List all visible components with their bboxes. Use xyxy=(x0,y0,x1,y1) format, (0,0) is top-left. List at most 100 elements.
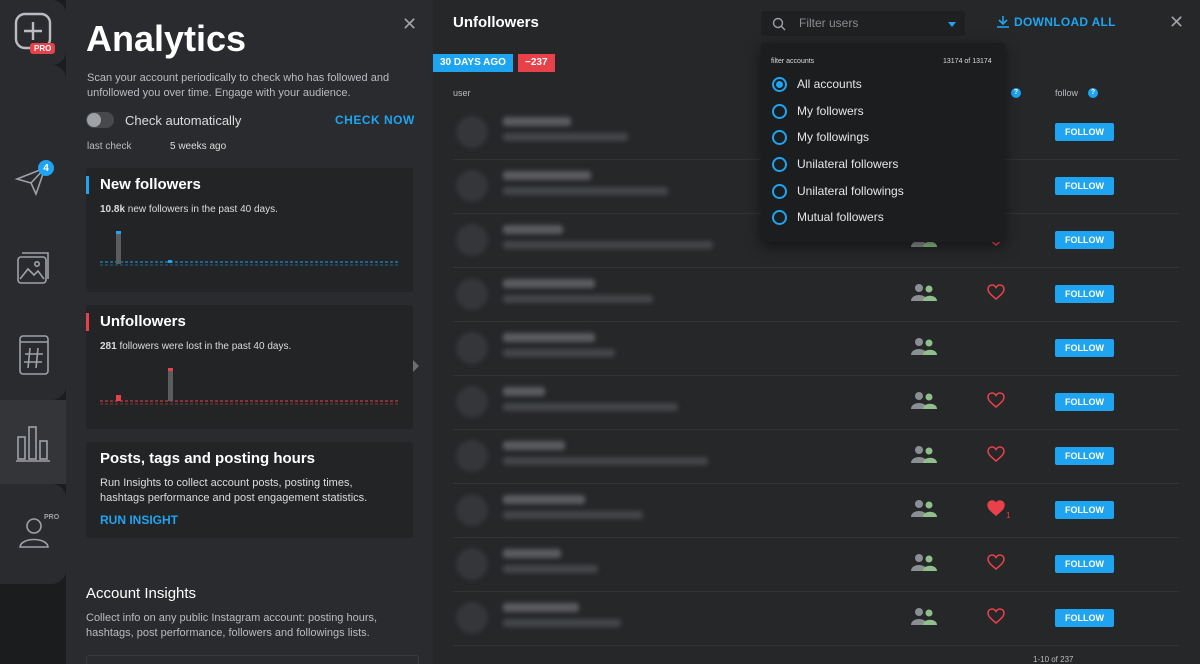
follow-button[interactable]: FOLLOW xyxy=(1055,231,1114,249)
follow-button[interactable]: FOLLOW xyxy=(1055,123,1114,141)
avatar[interactable] xyxy=(456,332,488,364)
avatar[interactable] xyxy=(456,386,488,418)
radio-icon[interactable] xyxy=(772,104,787,119)
check-now-button[interactable]: CHECK NOW xyxy=(335,113,415,127)
account-insights-input[interactable] xyxy=(86,655,419,664)
table-row[interactable]: FOLLOW xyxy=(453,376,1179,430)
like-count: 1 xyxy=(1006,511,1011,520)
avatar[interactable] xyxy=(456,278,488,310)
app-window: PRO 4 PRO Analytics ✕ Scan your account … xyxy=(0,0,1200,664)
radio-icon[interactable] xyxy=(772,77,787,92)
username-blurred[interactable] xyxy=(503,603,579,612)
follow-button[interactable]: FOLLOW xyxy=(1055,339,1114,357)
filter-dropdown: filter accounts 13174 of 13174 All accou… xyxy=(761,43,1005,242)
main-title: Unfollowers xyxy=(453,14,539,31)
username-blurred[interactable] xyxy=(503,333,595,342)
check-auto-toggle[interactable] xyxy=(86,112,114,128)
table-row[interactable]: FOLLOW xyxy=(453,430,1179,484)
notification-badge: 4 xyxy=(38,160,54,176)
follow-button[interactable]: FOLLOW xyxy=(1055,555,1114,573)
posts-title: Posts, tags and posting hours xyxy=(100,450,316,467)
radio-icon[interactable] xyxy=(772,157,787,172)
account-insights-desc: Collect info on any public Instagram acc… xyxy=(86,612,378,639)
table-row[interactable]: FOLLOW xyxy=(453,268,1179,322)
last-check-value: 5 weeks ago xyxy=(170,141,227,152)
user-info-blurred xyxy=(503,565,598,573)
main-close-icon[interactable]: ✕ xyxy=(1169,12,1184,33)
heart-filled-icon[interactable] xyxy=(987,500,1005,516)
unfollowers-card[interactable]: Unfollowers 281 followers were lost in t… xyxy=(86,305,413,429)
posts-desc: Run Insights to collect account posts, p… xyxy=(100,477,368,504)
bar-chart-icon[interactable] xyxy=(15,423,51,463)
unfollowers-title: Unfollowers xyxy=(100,313,186,330)
gallery-icon[interactable] xyxy=(14,249,52,287)
new-followers-title: New followers xyxy=(100,176,201,193)
help-icon[interactable]: ? xyxy=(1011,88,1021,98)
column-user: user xyxy=(453,88,471,98)
heart-icon[interactable] xyxy=(987,284,1005,300)
heart-icon[interactable] xyxy=(987,446,1005,462)
filter-users-input[interactable]: Filter users xyxy=(761,11,965,36)
download-all-button[interactable]: DOWNLOAD ALL xyxy=(996,15,1116,29)
username-blurred[interactable] xyxy=(503,171,591,180)
panel-title: Analytics xyxy=(86,18,247,59)
friends-icon xyxy=(911,284,937,301)
follow-button[interactable]: FOLLOW xyxy=(1055,285,1114,303)
friends-icon xyxy=(911,500,937,517)
heart-icon[interactable] xyxy=(987,392,1005,408)
avatar[interactable] xyxy=(456,170,488,202)
analytics-panel: Analytics ✕ Scan your account periodical… xyxy=(66,0,433,664)
check-auto-label: Check automatically xyxy=(125,113,242,128)
table-row[interactable]: 1 FOLLOW xyxy=(453,484,1179,538)
avatar[interactable] xyxy=(456,548,488,580)
filter-accounts-label: filter accounts xyxy=(771,58,815,65)
follow-button[interactable]: FOLLOW xyxy=(1055,609,1114,627)
caret-down-icon[interactable] xyxy=(948,22,956,27)
username-blurred[interactable] xyxy=(503,117,571,126)
avatar[interactable] xyxy=(456,494,488,526)
table-row[interactable]: FOLLOW xyxy=(453,592,1179,646)
table-row[interactable]: FOLLOW xyxy=(453,322,1179,376)
avatar[interactable] xyxy=(456,440,488,472)
username-blurred[interactable] xyxy=(503,225,563,234)
follow-button[interactable]: FOLLOW xyxy=(1055,177,1114,195)
filter-accounts-count: 13174 of 13174 xyxy=(943,58,992,65)
follow-button[interactable]: FOLLOW xyxy=(1055,447,1114,465)
heart-icon[interactable] xyxy=(987,554,1005,570)
new-followers-card[interactable]: New followers 10.8k new followers in the… xyxy=(86,168,413,292)
friends-icon xyxy=(911,446,937,463)
icon-rail: PRO 4 PRO xyxy=(0,0,66,664)
unfollowers-summary: 281 followers were lost in the past 40 d… xyxy=(100,341,292,352)
username-blurred[interactable] xyxy=(503,495,585,504)
avatar[interactable] xyxy=(456,116,488,148)
avatar[interactable] xyxy=(456,602,488,634)
username-blurred[interactable] xyxy=(503,549,561,558)
user-info-blurred xyxy=(503,457,708,465)
search-icon xyxy=(772,17,786,31)
heart-icon[interactable] xyxy=(987,608,1005,624)
username-blurred[interactable] xyxy=(503,387,545,396)
follow-help-icon[interactable]: ? xyxy=(1088,88,1098,98)
friends-icon xyxy=(911,338,937,355)
radio-icon[interactable] xyxy=(772,130,787,145)
username-blurred[interactable] xyxy=(503,441,565,450)
follow-button[interactable]: FOLLOW xyxy=(1055,393,1114,411)
last-check-label: last check xyxy=(87,141,132,152)
run-insight-button[interactable]: RUN INSIGHT xyxy=(100,513,178,527)
radio-icon[interactable] xyxy=(772,210,787,225)
panel-intro: Scan your account periodically to check … xyxy=(87,72,390,99)
profile-pro-label: PRO xyxy=(44,514,60,521)
user-info-blurred xyxy=(503,133,628,141)
user-info-blurred xyxy=(503,295,653,303)
friends-icon xyxy=(911,392,937,409)
radio-icon[interactable] xyxy=(772,184,787,199)
panel-close-icon[interactable]: ✕ xyxy=(402,14,417,35)
follow-button[interactable]: FOLLOW xyxy=(1055,501,1114,519)
hashtag-book-icon[interactable] xyxy=(16,334,52,376)
chevron-right-icon[interactable] xyxy=(413,360,419,372)
avatar[interactable] xyxy=(456,224,488,256)
user-info-blurred xyxy=(503,511,643,519)
new-followers-sparkline xyxy=(100,231,400,266)
username-blurred[interactable] xyxy=(503,279,595,288)
table-row[interactable]: FOLLOW xyxy=(453,538,1179,592)
